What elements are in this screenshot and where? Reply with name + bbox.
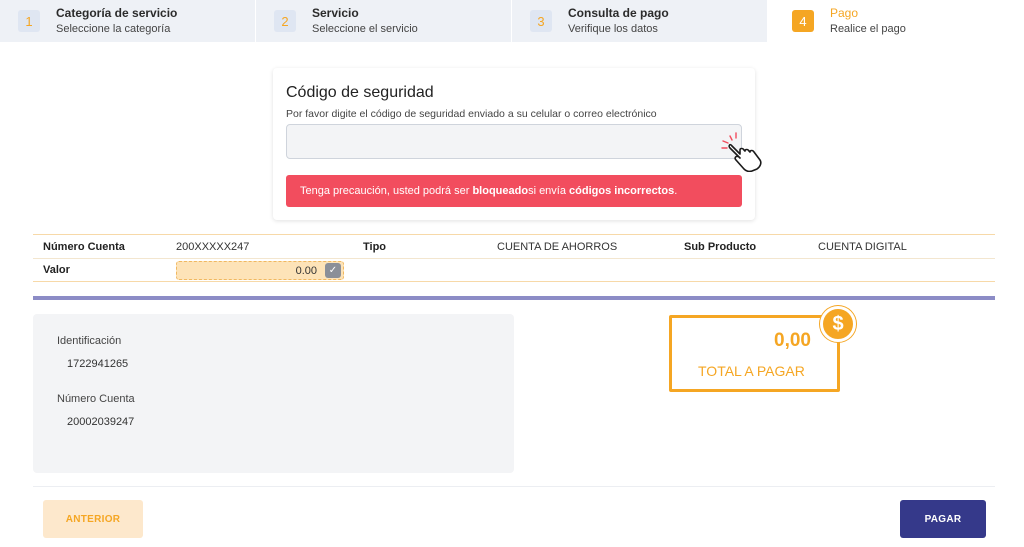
step-number: 1 xyxy=(18,10,40,32)
numero-cuenta-value: 20002039247 xyxy=(67,416,135,428)
info-row: Valor 0.00 ✓ xyxy=(33,258,995,281)
account-info: Número Cuenta 200XXXXX247 Tipo CUENTA DE… xyxy=(33,234,995,282)
warning-text-2: si envía xyxy=(528,185,566,197)
step-title: Categoría de servicio xyxy=(56,5,178,20)
warning-text-1: Tenga precaución, usted podrá ser xyxy=(300,185,470,197)
valor-amount: 0.00 xyxy=(295,264,317,277)
total-label: TOTAL A PAGAR xyxy=(698,363,805,379)
step-title: Servicio xyxy=(312,5,359,20)
step-number: 2 xyxy=(274,10,296,32)
step-number: 4 xyxy=(792,10,814,32)
security-code-description: Por favor digite el código de seguridad … xyxy=(286,108,657,120)
tipo-label: Tipo xyxy=(363,240,387,253)
step-title: Pago xyxy=(830,5,859,20)
numero-cuenta-value: 200XXXXX247 xyxy=(176,240,250,253)
valor-field[interactable]: 0.00 ✓ xyxy=(176,261,344,280)
details-panel: Identificación 1722941265 Número Cuenta … xyxy=(33,314,514,473)
tipo-value: CUENTA DE AHORROS xyxy=(497,240,618,253)
identificacion-label: Identificación xyxy=(57,335,122,347)
pay-button[interactable]: PAGAR xyxy=(900,500,986,538)
step-consulta[interactable]: 3 Consulta de pago Verifique los datos xyxy=(512,0,768,42)
footer-divider xyxy=(33,486,995,487)
step-subtitle: Seleccione la categoría xyxy=(56,22,171,35)
dollar-coin-icon: $ xyxy=(820,306,856,342)
step-subtitle: Verifique los datos xyxy=(568,22,658,35)
stepper: 1 Categoría de servicio Seleccione la ca… xyxy=(0,0,1024,42)
step-subtitle: Seleccione el servicio xyxy=(312,22,418,35)
identificacion-value: 1722941265 xyxy=(67,358,129,370)
total-box: 0,00 TOTAL A PAGAR xyxy=(669,315,840,392)
warning-alert: Tenga precaución, usted podrá ser bloque… xyxy=(286,175,742,207)
warning-bold-2: códigos incorrectos xyxy=(569,185,675,197)
info-row: Número Cuenta 200XXXXX247 Tipo CUENTA DE… xyxy=(33,235,995,258)
security-code-input[interactable] xyxy=(286,124,742,159)
section-divider xyxy=(33,296,995,300)
numero-cuenta-label: Número Cuenta xyxy=(43,240,125,253)
step-subtitle: Realice el pago xyxy=(830,22,906,35)
step-number: 3 xyxy=(530,10,552,32)
step-pago[interactable]: 4 Pago Realice el pago xyxy=(768,0,1024,42)
security-code-card: Código de seguridad Por favor digite el … xyxy=(273,68,755,220)
sub-producto-label: Sub Producto xyxy=(684,240,757,253)
step-categoria[interactable]: 1 Categoría de servicio Seleccione la ca… xyxy=(0,0,256,42)
check-icon[interactable]: ✓ xyxy=(325,263,341,278)
numero-cuenta-label: Número Cuenta xyxy=(57,393,135,405)
warning-bold-1: bloqueado xyxy=(472,185,529,197)
sub-producto-value: CUENTA DIGITAL xyxy=(818,240,907,253)
pointing-hand-icon xyxy=(721,132,762,172)
step-servicio[interactable]: 2 Servicio Seleccione el servicio xyxy=(256,0,512,42)
total-amount: 0,00 xyxy=(774,330,811,351)
previous-button[interactable]: ANTERIOR xyxy=(43,500,143,538)
security-code-title: Código de seguridad xyxy=(286,84,434,101)
valor-label: Valor xyxy=(43,264,70,276)
warning-text-3: . xyxy=(674,185,678,197)
step-title: Consulta de pago xyxy=(568,5,669,20)
